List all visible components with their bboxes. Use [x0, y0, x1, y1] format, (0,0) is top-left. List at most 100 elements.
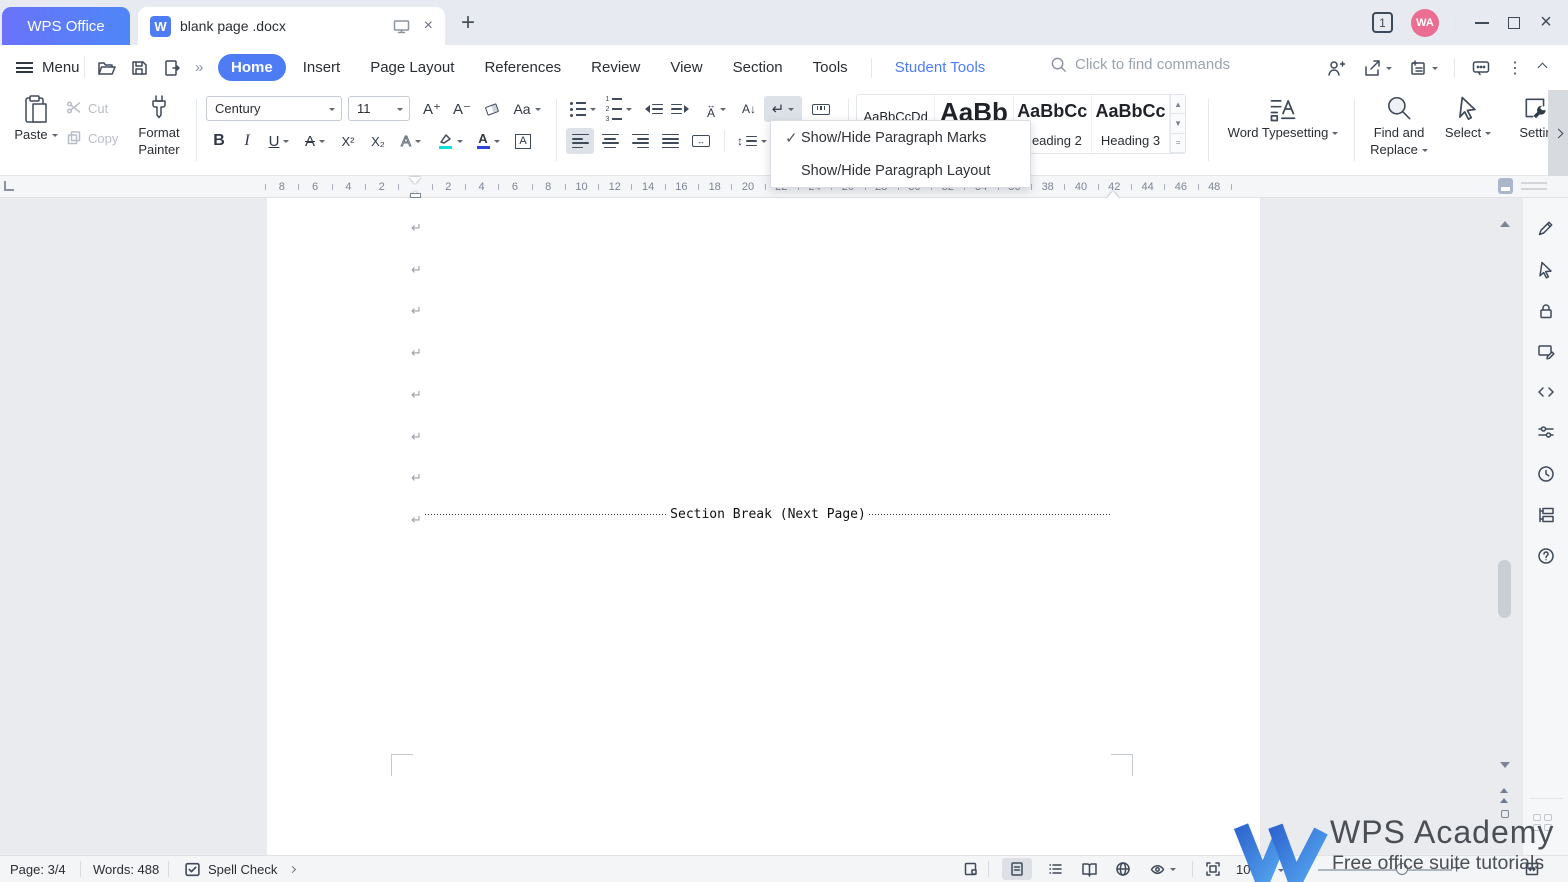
- styles-scroll-down-button[interactable]: ▼: [1170, 114, 1186, 134]
- bold-button[interactable]: B: [206, 128, 232, 154]
- increase-indent-button[interactable]: [668, 96, 696, 122]
- align-left-button[interactable]: [566, 128, 594, 154]
- main-menu-button[interactable]: Menu: [16, 55, 80, 80]
- outline-view-button[interactable]: [1040, 858, 1070, 880]
- navigation-pane-icon[interactable]: [1536, 505, 1556, 525]
- highlight-button[interactable]: [432, 128, 468, 154]
- italic-button[interactable]: I: [234, 128, 260, 154]
- tab-references[interactable]: References: [471, 54, 574, 81]
- ruler-toggle-icon[interactable]: [1498, 178, 1513, 194]
- present-monitor-icon[interactable]: [393, 19, 410, 34]
- adjust-sliders-icon[interactable]: [1536, 422, 1556, 442]
- lock-icon[interactable]: [1536, 301, 1556, 321]
- window-manager-badge[interactable]: 1: [1372, 12, 1393, 33]
- expand-panel-strip[interactable]: [1548, 90, 1568, 176]
- history-icon[interactable]: [1536, 464, 1556, 484]
- select-button[interactable]: Select: [1440, 94, 1496, 141]
- styles-scroll-up-button[interactable]: ▲: [1170, 95, 1186, 115]
- right-indent-marker[interactable]: [1107, 185, 1119, 198]
- align-right-button[interactable]: [626, 128, 654, 154]
- styles-more-button[interactable]: =: [1170, 133, 1186, 153]
- web-layout-button[interactable]: [1108, 858, 1138, 880]
- increase-font-button[interactable]: A⁺: [418, 96, 446, 122]
- justify-button[interactable]: [656, 128, 684, 154]
- close-tab-icon[interactable]: ×: [424, 18, 433, 34]
- document-tab[interactable]: W blank page .docx ×: [138, 7, 445, 45]
- bullets-button[interactable]: [566, 96, 600, 122]
- read-mode-button[interactable]: [1074, 858, 1104, 880]
- cut-button[interactable]: Cut: [66, 100, 108, 116]
- eye-protection-button[interactable]: [1142, 858, 1182, 880]
- tab-insert[interactable]: Insert: [290, 54, 354, 81]
- tab-view[interactable]: View: [657, 54, 715, 81]
- tab-page-layout[interactable]: Page Layout: [357, 54, 467, 81]
- spell-check-button[interactable]: Spell Check: [184, 856, 297, 882]
- scroll-up-button[interactable]: [1500, 199, 1512, 227]
- zoom-value[interactable]: 100%: [1236, 856, 1269, 882]
- scroll-down-button[interactable]: [1500, 762, 1512, 790]
- apps-grid-icon[interactable]: [1533, 814, 1555, 831]
- page-view-button[interactable]: [1002, 858, 1032, 880]
- zoom-slider-handle[interactable]: [1396, 863, 1408, 875]
- sidebar-handle[interactable]: [1521, 182, 1547, 190]
- strikethrough-button[interactable]: A: [298, 128, 332, 154]
- text-effects-button[interactable]: A: [394, 128, 428, 154]
- font-size-combo[interactable]: 11: [348, 96, 410, 121]
- fit-page-button[interactable]: [1198, 858, 1228, 880]
- font-name-combo[interactable]: Century: [206, 96, 342, 121]
- collapse-ribbon-icon[interactable]: [1537, 62, 1548, 73]
- numbering-button[interactable]: [602, 96, 636, 122]
- more-quick-actions-icon[interactable]: »: [195, 59, 203, 76]
- tabs-settings-button[interactable]: [806, 96, 836, 122]
- tab-home[interactable]: Home: [218, 54, 286, 81]
- save-icon[interactable]: [129, 58, 149, 78]
- tab-student-tools[interactable]: Student Tools: [882, 54, 999, 81]
- task-window-icon[interactable]: [963, 861, 979, 877]
- menu-item-show-hide-paragraph-layout[interactable]: Show/Hide Paragraph Layout: [771, 154, 1030, 187]
- zoom-slider-track[interactable]: [1318, 869, 1452, 871]
- select-cursor-icon[interactable]: [1536, 260, 1556, 280]
- font-color-button[interactable]: A: [470, 128, 506, 154]
- tab-review[interactable]: Review: [578, 54, 653, 81]
- wps-office-tab[interactable]: WPS Office: [2, 7, 130, 45]
- tab-tools[interactable]: Tools: [800, 54, 861, 81]
- paste-button[interactable]: Paste: [10, 94, 62, 143]
- close-window-button[interactable]: ×: [1530, 8, 1562, 38]
- clear-format-button[interactable]: [478, 96, 506, 122]
- spell-check-expand-icon[interactable]: [289, 865, 297, 873]
- align-center-button[interactable]: [596, 128, 624, 154]
- sort-button[interactable]: A↓: [736, 96, 762, 122]
- share-button[interactable]: [1362, 58, 1392, 78]
- new-tab-button[interactable]: +: [456, 11, 480, 35]
- word-typesetting-button[interactable]: Word Typesetting: [1218, 94, 1348, 141]
- previous-page-button[interactable]: [1500, 784, 1508, 803]
- change-case-button[interactable]: Aa: [508, 96, 546, 122]
- distribute-button[interactable]: ↔: [686, 128, 716, 154]
- minimize-button[interactable]: [1466, 8, 1498, 38]
- fit-width-icon[interactable]: [1524, 861, 1540, 877]
- format-painter-button[interactable]: Format Painter: [130, 94, 188, 158]
- character-scaling-button[interactable]: ↔ A: [698, 96, 734, 122]
- edit-field-icon[interactable]: [1536, 341, 1556, 361]
- help-icon[interactable]: [1536, 546, 1556, 566]
- maximize-button[interactable]: [1498, 8, 1530, 38]
- line-spacing-button[interactable]: ↕: [732, 128, 772, 154]
- browse-object-button[interactable]: [1501, 810, 1509, 818]
- style-heading3[interactable]: AaBbCc Heading 3: [1092, 95, 1171, 153]
- save-version-button[interactable]: [1408, 58, 1438, 78]
- code-icon[interactable]: [1536, 382, 1556, 402]
- more-options-icon[interactable]: ⋮: [1507, 58, 1523, 78]
- ink-pen-icon[interactable]: [1536, 218, 1556, 238]
- character-shading-button[interactable]: A: [510, 128, 536, 154]
- export-pdf-icon[interactable]: [162, 58, 182, 78]
- share-user-icon[interactable]: [1326, 58, 1346, 78]
- word-count[interactable]: Words: 488: [93, 856, 159, 882]
- find-replace-button[interactable]: Find and Replace: [1362, 94, 1436, 158]
- tab-section[interactable]: Section: [720, 54, 796, 81]
- tab-stop-selector[interactable]: [4, 181, 14, 191]
- decrease-indent-button[interactable]: [638, 96, 666, 122]
- superscript-button[interactable]: X²: [334, 128, 362, 154]
- avatar[interactable]: WA: [1411, 8, 1439, 37]
- open-file-icon[interactable]: [96, 58, 116, 78]
- menu-item-show-hide-paragraph-marks[interactable]: ✓ Show/Hide Paragraph Marks: [771, 121, 1030, 154]
